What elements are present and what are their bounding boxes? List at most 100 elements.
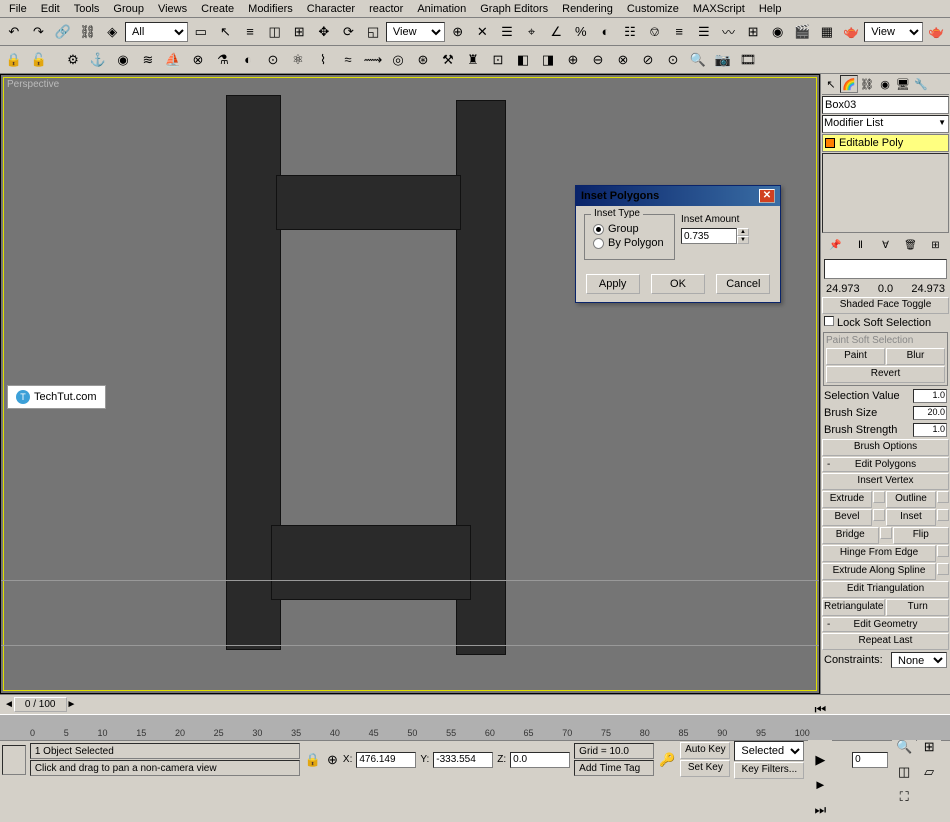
constraints-dropdown[interactable]: None [891, 652, 947, 668]
extrude-button[interactable]: Extrude [822, 491, 872, 508]
menu-character[interactable]: Character [300, 1, 362, 17]
cursor-icon[interactable]: ↖ [214, 20, 238, 44]
reactor-2-icon[interactable]: ⚓ [86, 48, 110, 72]
fov-icon[interactable]: ▱ [917, 760, 941, 784]
teapot-icon[interactable]: 🫖 [924, 20, 948, 44]
move-icon[interactable]: ✥ [312, 20, 336, 44]
spinner-snap-icon[interactable]: ◐ [594, 20, 618, 44]
setkey-button[interactable]: Set Key [680, 760, 730, 777]
menu-help[interactable]: Help [752, 1, 789, 17]
reactor-11-icon[interactable]: ⌇ [311, 48, 335, 72]
reactor-12-icon[interactable]: ≈ [336, 48, 360, 72]
track-bar[interactable]: 0510152025303540455055606570758085909510… [0, 714, 950, 740]
percent-snap-icon[interactable]: % [569, 20, 593, 44]
quick-render-icon[interactable]: 🫖 [840, 20, 864, 44]
reactor-26-icon[interactable]: 🔍 [686, 48, 710, 72]
modify-tab-icon[interactable]: 🌈 [840, 75, 858, 93]
retriangulate-button[interactable]: Retriangulate [822, 599, 885, 616]
reactor-19-icon[interactable]: ◧ [511, 48, 535, 72]
menu-maxscript[interactable]: MAXScript [686, 1, 752, 17]
scale-icon[interactable]: ◱ [361, 20, 385, 44]
object-name-field[interactable]: Box03 [822, 96, 949, 114]
inset-settings[interactable] [937, 509, 949, 521]
remove-mod-icon[interactable]: 🗑 [902, 236, 920, 254]
y-coord[interactable] [433, 752, 493, 768]
angle-snap-icon[interactable]: ∠ [544, 20, 568, 44]
menu-group[interactable]: Group [106, 1, 151, 17]
close-icon[interactable]: ✕ [759, 189, 775, 203]
blur-button[interactable]: Blur [886, 348, 945, 365]
lock-icon[interactable]: 🔒 [2, 48, 26, 72]
menu-views[interactable]: Views [151, 1, 194, 17]
align-icon[interactable]: ≡ [667, 20, 691, 44]
outline-button[interactable]: Outline [886, 491, 936, 508]
select-name-icon[interactable]: ≡ [238, 20, 262, 44]
repeat-last-button[interactable]: Repeat Last [822, 633, 949, 650]
cancel-button[interactable]: Cancel [716, 274, 770, 294]
named-sel-icon[interactable]: ☷ [618, 20, 642, 44]
menu-edit[interactable]: Edit [34, 1, 67, 17]
coord-mode-icon[interactable]: ⊕ [326, 748, 339, 772]
brushsize-spinner[interactable]: 20.0 [913, 406, 947, 420]
manipulate-icon[interactable]: ☰ [495, 20, 519, 44]
rotate-icon[interactable]: ⟳ [337, 20, 361, 44]
mirror-icon[interactable]: ⎊ [643, 20, 667, 44]
reactor-27-icon[interactable]: 📷 [711, 48, 735, 72]
reactor-16-icon[interactable]: ⚒ [436, 48, 460, 72]
add-time-tag[interactable]: Add Time Tag [574, 760, 654, 776]
next-frame-icon[interactable]: ► [808, 773, 832, 797]
menu-customize[interactable]: Customize [620, 1, 686, 17]
viewport[interactable]: Perspective T TechTut.com [0, 74, 820, 694]
menu-tools[interactable]: Tools [67, 1, 107, 17]
reactor-13-icon[interactable]: ⟿ [361, 48, 385, 72]
lock-soft-sel[interactable]: Lock Soft Selection [822, 315, 949, 330]
modifier-stack-item[interactable]: Editable Poly [822, 134, 949, 152]
select-icon[interactable]: ▭ [189, 20, 213, 44]
goto-end-icon[interactable]: ⏭ [808, 798, 832, 822]
reactor-20-icon[interactable]: ◨ [536, 48, 560, 72]
reactor-22-icon[interactable]: ⊖ [586, 48, 610, 72]
menu-create[interactable]: Create [194, 1, 241, 17]
keymode-dropdown[interactable]: Selected [734, 741, 804, 761]
ok-button[interactable]: OK [651, 274, 705, 294]
group-radio[interactable]: Group [593, 223, 666, 235]
reactor-24-icon[interactable]: ⊘ [636, 48, 660, 72]
bridge-button[interactable]: Bridge [822, 527, 879, 544]
menu-reactor[interactable]: reactor [362, 1, 410, 17]
keyfilters-button[interactable]: Key Filters... [734, 762, 804, 779]
menu-rendering[interactable]: Rendering [555, 1, 620, 17]
menu-modifiers[interactable]: Modifiers [241, 1, 300, 17]
flip-button[interactable]: Flip [893, 527, 950, 544]
bypolygon-radio[interactable]: By Polygon [593, 237, 666, 249]
reactor-3-icon[interactable]: ◉ [111, 48, 135, 72]
layers-icon[interactable]: ☰ [692, 20, 716, 44]
inset-amount-spinner[interactable]: ▲▼ [737, 228, 749, 244]
menu-animation[interactable]: Animation [410, 1, 473, 17]
paint-button[interactable]: Paint [826, 348, 885, 365]
unlink-icon[interactable]: ⛓ [76, 20, 100, 44]
turn-button[interactable]: Turn [886, 599, 949, 616]
reactor-17-icon[interactable]: ♜ [461, 48, 485, 72]
bevel-button[interactable]: Bevel [822, 509, 872, 526]
select-rect-icon[interactable]: ◫ [263, 20, 287, 44]
hinge-button[interactable]: Hinge From Edge [822, 545, 936, 562]
bevel-settings[interactable] [873, 509, 885, 521]
insert-vertex-button[interactable]: Insert Vertex [822, 473, 949, 490]
edit-tri-button[interactable]: Edit Triangulation [822, 581, 949, 598]
stack-toggle-icon[interactable] [825, 138, 835, 148]
outline-settings[interactable] [937, 491, 949, 503]
schematic-icon[interactable]: ⊞ [741, 20, 765, 44]
show-result-icon[interactable]: Ⅱ [852, 236, 870, 254]
reactor-9-icon[interactable]: ⊙ [261, 48, 285, 72]
pivot-icon[interactable]: ⊕ [446, 20, 470, 44]
selection-filter[interactable]: All [125, 22, 188, 42]
pin-stack-icon[interactable]: 📌 [827, 236, 845, 254]
script-listener[interactable] [2, 745, 26, 775]
shaded-face-toggle[interactable]: Shaded Face Toggle [822, 297, 949, 314]
curve-editor-icon[interactable]: 〰 [717, 20, 741, 44]
hinge-settings[interactable] [937, 545, 949, 557]
link-icon[interactable]: 🔗 [51, 20, 75, 44]
display-tab-icon[interactable]: 🖥 [894, 75, 912, 93]
play-icon[interactable]: ▶ [808, 748, 832, 772]
snap-icon[interactable]: ⌖ [520, 20, 544, 44]
